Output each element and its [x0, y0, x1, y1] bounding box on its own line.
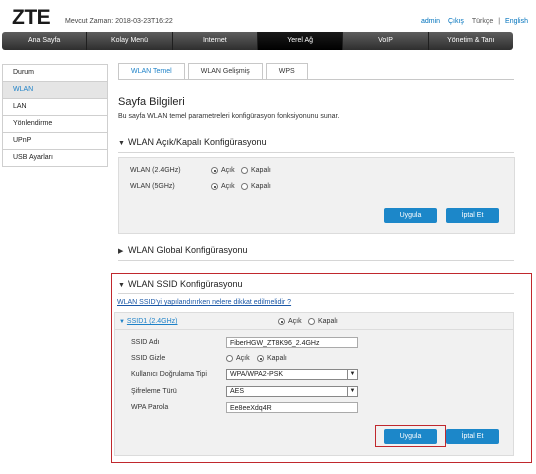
ssid-name-input[interactable]: FiberHGW_ZT8K96_2.4GHz — [226, 337, 358, 348]
ssid-name-label: SSID Adı — [131, 339, 160, 346]
section-onoff-header[interactable]: ▼ WLAN Açık/Kapalı Konfigürasyonu — [118, 137, 267, 147]
encryption-label: Şifreleme Türü — [131, 388, 177, 395]
ssid-hide-label: SSID Gizle — [131, 355, 166, 362]
radio-unselected-icon — [226, 355, 233, 362]
chevron-down-icon: ▼ — [347, 370, 357, 379]
nav-ana-sayfa[interactable]: Ana Sayfa — [2, 32, 88, 50]
ssid-row-header[interactable]: ▼ SSID1 (2.4GHz) — [119, 318, 177, 325]
wlan5-label: WLAN (5GHz) — [130, 183, 175, 190]
ssid-on-radio[interactable]: Açık — [278, 318, 302, 325]
radio-selected-icon — [257, 355, 264, 362]
tab-wps[interactable]: WPS — [265, 63, 308, 79]
wpa-password-label: WPA Parola — [131, 404, 169, 411]
divider — [118, 152, 514, 153]
wlan24-label: WLAN (2.4GHz) — [130, 167, 181, 174]
wlan5-on-radio[interactable]: Açık — [211, 183, 235, 190]
ssid-apply-button[interactable]: Uygula — [384, 429, 437, 444]
radio-unselected-icon — [308, 318, 315, 325]
page-description: Bu sayfa WLAN temel parametreleri konfig… — [118, 113, 340, 120]
sidebar: Durum WLAN LAN Yönlendirme UPnP USB Ayar… — [2, 64, 108, 167]
section-onoff-title: WLAN Açık/Kapalı Konfigürasyonu — [128, 137, 267, 147]
divider — [114, 329, 514, 330]
lang-english[interactable]: English — [505, 18, 528, 25]
radio-unselected-icon — [241, 167, 248, 174]
onoff-cancel-button[interactable]: İptal Et — [446, 208, 499, 223]
chevron-down-icon: ▼ — [347, 387, 357, 396]
sidebar-item-wlan[interactable]: WLAN — [3, 82, 107, 99]
nav-yonetim[interactable]: Yönetim & Tanı — [429, 32, 513, 50]
sub-tabs: WLAN Temel WLAN Gelişmiş WPS — [118, 63, 311, 79]
sidebar-item-upnp[interactable]: UPnP — [3, 133, 107, 150]
ssid-cancel-button[interactable]: İptal Et — [446, 429, 499, 444]
onoff-apply-button[interactable]: Uygula — [384, 208, 437, 223]
subtab-divider — [118, 79, 514, 80]
divider — [118, 293, 514, 294]
wlan24-on-radio[interactable]: Açık — [211, 167, 235, 174]
expand-down-icon: ▼ — [118, 282, 125, 289]
sidebar-item-durum[interactable]: Durum — [3, 65, 107, 82]
radio-selected-icon — [211, 183, 218, 190]
logout-link[interactable]: Çıkış — [448, 18, 464, 25]
lang-turkish[interactable]: Türkçe — [472, 18, 493, 25]
nav-voip[interactable]: VoIP — [343, 32, 429, 50]
tab-wlan-temel[interactable]: WLAN Temel — [118, 63, 185, 79]
radio-unselected-icon — [241, 183, 248, 190]
ssid-name[interactable]: SSID1 (2.4GHz) — [127, 318, 178, 325]
section-global-title: WLAN Global Konfigürasyonu — [128, 245, 248, 255]
top-links: admin Çıkış Türkçe | English — [420, 18, 528, 25]
page-title: Sayfa Bilgileri — [118, 96, 185, 108]
encryption-select[interactable]: AES ▼ — [226, 386, 358, 397]
radio-selected-icon — [211, 167, 218, 174]
radio-selected-icon — [278, 318, 285, 325]
wlan24-off-radio[interactable]: Kapalı — [241, 167, 271, 174]
collapse-down-icon: ▼ — [119, 319, 125, 325]
divider — [118, 260, 514, 261]
nav-kolay-menu[interactable]: Kolay Menü — [87, 32, 173, 50]
wlan5-off-radio[interactable]: Kapalı — [241, 183, 271, 190]
section-global-header[interactable]: ▶ WLAN Global Konfigürasyonu — [118, 245, 248, 255]
auth-type-label: Kullanıcı Doğrulama Tipi — [131, 371, 207, 378]
tab-wlan-gelismis[interactable]: WLAN Gelişmiş — [187, 63, 263, 79]
current-time: Mevcut Zaman: 2018-03-23T16:22 — [65, 18, 173, 25]
sidebar-item-usb[interactable]: USB Ayarları — [3, 150, 107, 167]
ssid-hide-on-radio[interactable]: Açık — [226, 355, 250, 362]
ssid-help-link[interactable]: WLAN SSID'yi yapılandırırken nelere dikk… — [117, 299, 291, 306]
zte-logo: ZTE — [12, 6, 51, 29]
sidebar-item-yonlendirme[interactable]: Yönlendirme — [3, 116, 107, 133]
main-nav: Ana Sayfa Kolay Menü Internet Yerel Ağ V… — [2, 32, 513, 50]
admin-link[interactable]: admin — [421, 18, 440, 25]
nav-yerel-ag[interactable]: Yerel Ağ — [257, 32, 344, 50]
section-ssid-header[interactable]: ▼ WLAN SSID Konfigürasyonu — [118, 279, 243, 289]
nav-internet[interactable]: Internet — [173, 32, 258, 50]
expand-down-icon: ▼ — [118, 140, 125, 147]
expand-right-icon: ▶ — [118, 248, 124, 255]
sidebar-item-lan[interactable]: LAN — [3, 99, 107, 116]
auth-type-select[interactable]: WPA/WPA2-PSK ▼ — [226, 369, 358, 380]
ssid-hide-off-radio[interactable]: Kapalı — [257, 355, 287, 362]
ssid-off-radio[interactable]: Kapalı — [308, 318, 338, 325]
section-ssid-title: WLAN SSID Konfigürasyonu — [128, 279, 243, 289]
wpa-password-input[interactable]: Ee8eeXdq4R — [226, 402, 358, 413]
